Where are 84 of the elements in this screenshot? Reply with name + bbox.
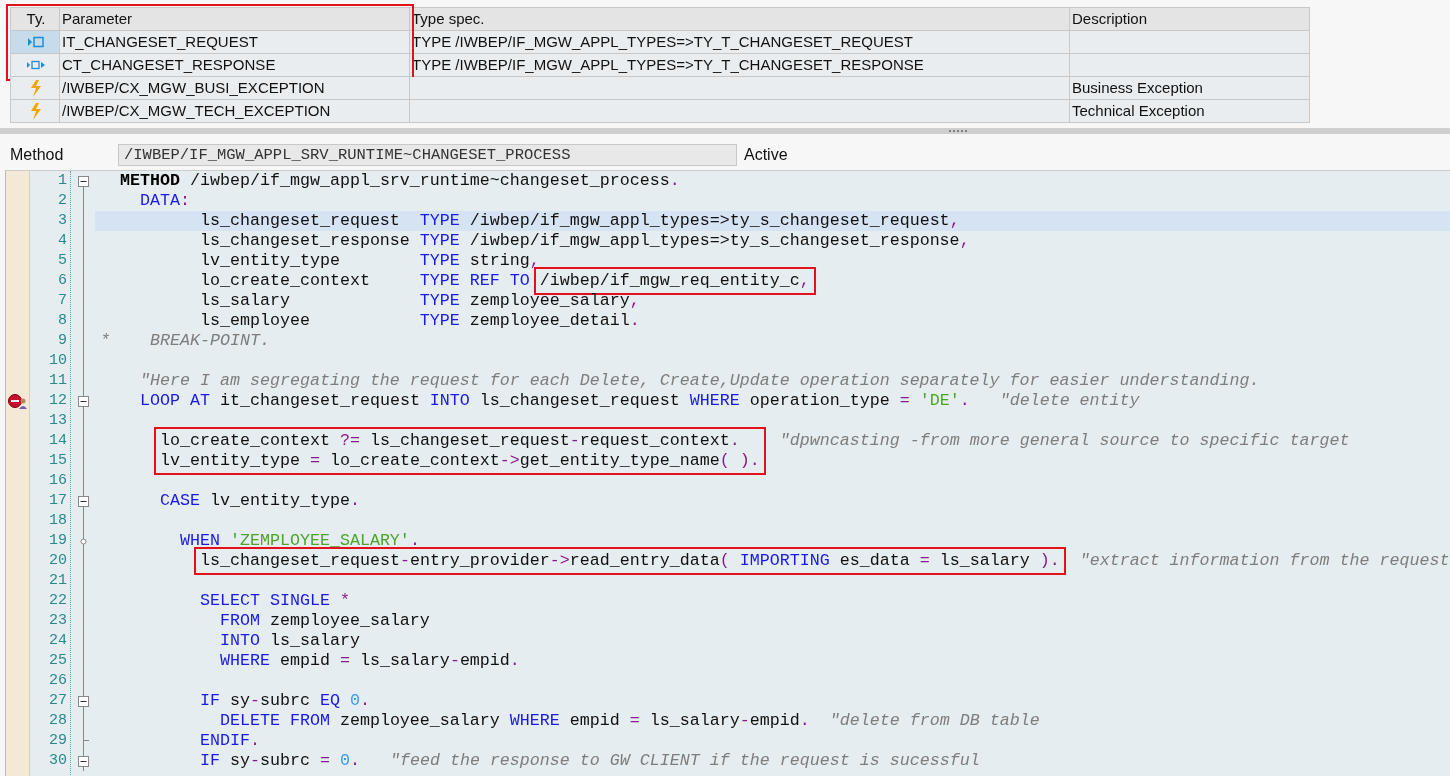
line-number: 3 [57, 211, 68, 231]
table-cell: Technical Exception [1070, 100, 1310, 123]
line-number: 23 [48, 611, 68, 631]
highlight-box: ls_changeset_request-entry_provider->read_entry_data( IMPORTING es_data = ls_salary ). [193, 547, 1066, 575]
parameter-type-cell[interactable] [10, 77, 60, 100]
line-number: 13 [48, 411, 68, 431]
column-header[interactable]: Description [1070, 8, 1310, 31]
column-header[interactable]: Parameter [60, 8, 410, 31]
importing-parameter-icon [27, 36, 45, 48]
collapse-icon[interactable] [77, 395, 89, 407]
highlight-box: lo_create_context ?= ls_changeset_request-request_context. lv_entity_type = lo_create_context->get_entity_type_name( ). [154, 427, 766, 475]
code-line: IF sy-subrc EQ 0. [198, 691, 370, 710]
line-number: 28 [48, 711, 68, 731]
line-number: 1 [57, 171, 68, 191]
line-number: 17 [48, 491, 68, 511]
code-line: FROM zemployee_salary [218, 611, 430, 630]
code-line: INTO ls_salary [218, 631, 360, 650]
breakpoint-icon[interactable] [7, 393, 28, 409]
code-line: ENDIF. [198, 731, 260, 750]
line-number: 22 [48, 591, 68, 611]
code-line: lv_entity_type TYPE string, [198, 251, 540, 270]
code-line: METHOD /iwbep/if_mgw_appl_srv_runtime~changeset_process. [119, 171, 680, 190]
code-line: * BREAK-POINT. [100, 331, 270, 350]
lightning-icon [30, 102, 42, 120]
code-line: LOOP AT it_changeset_request INTO ls_changeset_request WHERE operation_type = 'DE'. "delete entity [138, 391, 1140, 410]
code-line: CASE lv_entity_type. [158, 491, 360, 510]
method-name-field[interactable]: /IWBEP/IF_MGW_APPL_SRV_RUNTIME~CHANGESET_PROCESS [118, 144, 737, 166]
line-number: 9 [57, 331, 68, 351]
table-cell: TYPE /IWBEP/IF_MGW_APPL_TYPES=>TY_T_CHANGESET_REQUEST [410, 31, 1070, 54]
line-number: 29 [48, 731, 68, 751]
line-number: 27 [48, 691, 68, 711]
line-number: 11 [48, 371, 68, 391]
code-line: WHEN 'ZEMPLOYEE_SALARY'. [178, 531, 420, 550]
column-header[interactable]: Ty. [10, 8, 60, 31]
line-number: 26 [48, 671, 68, 691]
table-cell: IT_CHANGESET_REQUEST [60, 31, 410, 54]
line-number: 19 [48, 531, 68, 551]
code-line: "Here I am segregating the request for each Delete, Create,Update operation separately for easier understanding. [138, 371, 1260, 390]
lightning-icon [30, 79, 42, 97]
table-cell: TYPE /IWBEP/IF_MGW_APPL_TYPES=>TY_T_CHANGESET_RESPONSE [410, 54, 1070, 77]
line-number: 4 [57, 231, 68, 251]
line-number: 24 [48, 631, 68, 651]
method-label: Method [9, 146, 65, 164]
method-status: Active [744, 146, 788, 164]
line-number: 14 [48, 431, 68, 451]
code-line: ls_employee TYPE zemployee_detail. [198, 311, 640, 330]
table-cell: /IWBEP/CX_MGW_BUSI_EXCEPTION [60, 77, 410, 100]
parameter-type-cell[interactable] [10, 100, 60, 123]
parameter-type-cell[interactable] [10, 31, 60, 54]
line-number: 30 [48, 751, 68, 771]
code-comment: "extract information from the request [1078, 551, 1450, 570]
line-number: 15 [48, 451, 68, 471]
line-number: 8 [57, 311, 68, 331]
table-cell: Business Exception [1070, 77, 1310, 100]
parameter-type-cell[interactable] [10, 54, 60, 77]
table-cell: CT_CHANGESET_RESPONSE [60, 54, 410, 77]
line-number: 6 [57, 271, 68, 291]
code-line: DELETE FROM zemployee_salary WHERE empid = ls_salary-empid. "delete from DB table [218, 711, 1040, 730]
code-line: SELECT SINGLE * [198, 591, 350, 610]
code-line: ls_changeset_request TYPE /iwbep/if_mgw_appl_types=>ty_s_changeset_request, [198, 211, 960, 230]
line-number: 25 [48, 651, 68, 671]
line-number: 5 [57, 251, 68, 271]
collapse-icon[interactable] [77, 695, 89, 707]
line-number: 12 [48, 391, 68, 411]
collapse-icon[interactable] [77, 495, 89, 507]
line-number: 20 [48, 551, 68, 571]
line-number: 21 [48, 571, 68, 591]
code-text: lo_create_context TYPE REF TO [198, 271, 530, 290]
line-number: 7 [57, 291, 68, 311]
grip-icon [948, 129, 968, 133]
line-number: 2 [57, 191, 68, 211]
code-comment: "dpwncasting -from more general source to specific target [778, 431, 1350, 450]
code-line: DATA: [138, 191, 190, 210]
code-line: ls_changeset_response TYPE /iwbep/if_mgw_appl_types=>ty_s_changeset_response, [198, 231, 970, 250]
code-line: WHERE empid = ls_salary-empid. [218, 651, 520, 670]
line-number: 10 [48, 351, 68, 371]
column-header[interactable]: Type spec. [410, 8, 1070, 31]
changing-parameter-icon [26, 60, 46, 70]
collapse-icon[interactable] [77, 175, 89, 187]
line-number: 16 [48, 471, 68, 491]
collapse-icon[interactable] [77, 755, 89, 767]
line-number: 18 [48, 511, 68, 531]
table-cell: /IWBEP/CX_MGW_TECH_EXCEPTION [60, 100, 410, 123]
code-line: IF sy-subrc = 0. "feed the response to GW CLIENT if the request is sucessful [198, 751, 980, 770]
